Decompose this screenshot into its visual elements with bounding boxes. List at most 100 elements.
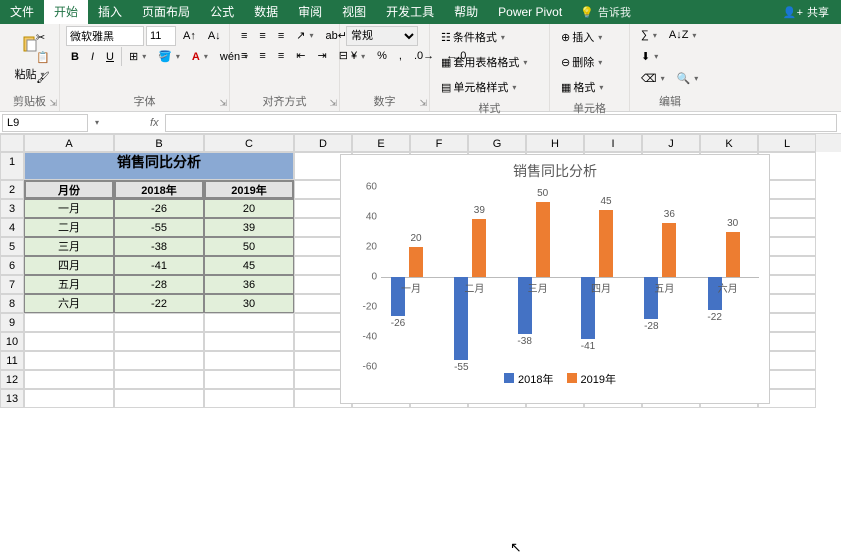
cell[interactable]: 2019年: [204, 180, 294, 199]
row-header[interactable]: 3: [0, 199, 24, 218]
font-launcher[interactable]: ⇲: [219, 98, 227, 109]
cell-styles-button[interactable]: ▤ 单元格样式: [436, 76, 521, 98]
row-header[interactable]: 9: [0, 313, 24, 332]
column-header[interactable]: D: [294, 134, 352, 152]
tab-data[interactable]: 数据: [244, 0, 288, 24]
cell[interactable]: -26: [114, 199, 204, 218]
number-launcher[interactable]: ⇲: [419, 98, 427, 109]
currency-button[interactable]: ¥: [346, 47, 370, 65]
cut-button[interactable]: ✂: [31, 28, 55, 47]
row-header[interactable]: 11: [0, 351, 24, 370]
align-left-button[interactable]: ≡: [236, 46, 252, 65]
align-bottom-button[interactable]: ≡: [273, 26, 289, 45]
column-header[interactable]: K: [700, 134, 758, 152]
underline-button[interactable]: U: [101, 47, 119, 66]
cell[interactable]: 六月: [24, 294, 114, 313]
cell[interactable]: 月份: [24, 180, 114, 199]
cell[interactable]: 销售同比分析: [24, 152, 294, 180]
cell[interactable]: -22: [114, 294, 204, 313]
cell[interactable]: [24, 332, 114, 351]
column-header[interactable]: F: [410, 134, 468, 152]
cell[interactable]: [114, 389, 204, 408]
tab-insert[interactable]: 插入: [88, 0, 132, 24]
chart-bar[interactable]: [662, 223, 676, 277]
font-size-input[interactable]: [146, 26, 176, 46]
chart-bar[interactable]: [409, 247, 423, 277]
column-header[interactable]: B: [114, 134, 204, 152]
row-header[interactable]: 4: [0, 218, 24, 237]
cell[interactable]: [114, 370, 204, 389]
cell[interactable]: [114, 332, 204, 351]
chart-bar[interactable]: [599, 210, 613, 278]
cell[interactable]: [114, 351, 204, 370]
chart-legend[interactable]: 2018年 2019年: [341, 367, 769, 391]
increase-indent-button[interactable]: ⇥: [312, 46, 331, 65]
tab-review[interactable]: 审阅: [288, 0, 332, 24]
cell[interactable]: 39: [204, 218, 294, 237]
column-header[interactable]: I: [584, 134, 642, 152]
cell[interactable]: [24, 389, 114, 408]
cell[interactable]: 五月: [24, 275, 114, 294]
name-box-dropdown[interactable]: [88, 115, 104, 130]
tab-formulas[interactable]: 公式: [200, 0, 244, 24]
sort-filter-button[interactable]: A↓Z: [664, 26, 702, 44]
clear-button[interactable]: ⌫: [636, 69, 670, 88]
cell[interactable]: 一月: [24, 199, 114, 218]
cell[interactable]: [114, 313, 204, 332]
font-name-input[interactable]: [66, 26, 144, 46]
autosum-button[interactable]: ∑: [636, 26, 662, 44]
cell[interactable]: -28: [114, 275, 204, 294]
tab-developer[interactable]: 开发工具: [376, 0, 444, 24]
fill-color-button[interactable]: 🪣: [153, 47, 185, 66]
row-header[interactable]: 12: [0, 370, 24, 389]
cell[interactable]: -38: [114, 237, 204, 256]
cell[interactable]: 20: [204, 199, 294, 218]
cell[interactable]: 50: [204, 237, 294, 256]
row-header[interactable]: 6: [0, 256, 24, 275]
cell[interactable]: 三月: [24, 237, 114, 256]
row-header[interactable]: 10: [0, 332, 24, 351]
tab-home[interactable]: 开始: [44, 0, 88, 24]
column-header[interactable]: A: [24, 134, 114, 152]
conditional-format-button[interactable]: ☷ 条件格式: [436, 26, 510, 48]
tab-powerpivot[interactable]: Power Pivot: [488, 0, 572, 24]
bold-button[interactable]: B: [66, 47, 84, 66]
cell[interactable]: -55: [114, 218, 204, 237]
tab-view[interactable]: 视图: [332, 0, 376, 24]
align-launcher[interactable]: ⇲: [329, 98, 337, 109]
border-button[interactable]: ⊞: [124, 47, 151, 66]
cell[interactable]: 45: [204, 256, 294, 275]
orientation-button[interactable]: ↗: [291, 26, 318, 45]
align-center-button[interactable]: ≡: [254, 46, 270, 65]
row-header[interactable]: 8: [0, 294, 24, 313]
column-header[interactable]: H: [526, 134, 584, 152]
row-header[interactable]: 13: [0, 389, 24, 408]
cell[interactable]: -41: [114, 256, 204, 275]
row-header[interactable]: 1: [0, 152, 24, 180]
number-format-select[interactable]: 常规: [346, 26, 418, 46]
align-middle-button[interactable]: ≡: [254, 26, 270, 45]
cell[interactable]: 36: [204, 275, 294, 294]
chart[interactable]: 销售同比分析 -60-40-200204060-2620一月-5539二月-38…: [340, 154, 770, 404]
copy-button[interactable]: 📋: [31, 48, 55, 67]
align-top-button[interactable]: ≡: [236, 26, 252, 45]
column-header[interactable]: J: [642, 134, 700, 152]
cell[interactable]: 30: [204, 294, 294, 313]
cell[interactable]: [24, 370, 114, 389]
align-right-button[interactable]: ≡: [273, 46, 289, 65]
chart-title[interactable]: 销售同比分析: [341, 155, 769, 187]
cell[interactable]: [204, 332, 294, 351]
worksheet[interactable]: ABCDEFGHIJKL 1销售同比分析2月份2018年2019年3一月-262…: [0, 134, 841, 408]
delete-cells-button[interactable]: ⊖ 删除: [556, 51, 607, 73]
row-header[interactable]: 2: [0, 180, 24, 199]
row-header[interactable]: 5: [0, 237, 24, 256]
comma-button[interactable]: ,: [394, 47, 407, 65]
find-select-button[interactable]: 🔍: [672, 69, 704, 88]
chart-bar[interactable]: [472, 219, 486, 278]
select-all-cell[interactable]: [0, 134, 24, 152]
chart-bar[interactable]: [726, 232, 740, 277]
cell[interactable]: [204, 351, 294, 370]
decrease-font-button[interactable]: A↓: [203, 26, 226, 46]
column-header[interactable]: G: [468, 134, 526, 152]
cell[interactable]: 2018年: [114, 180, 204, 199]
